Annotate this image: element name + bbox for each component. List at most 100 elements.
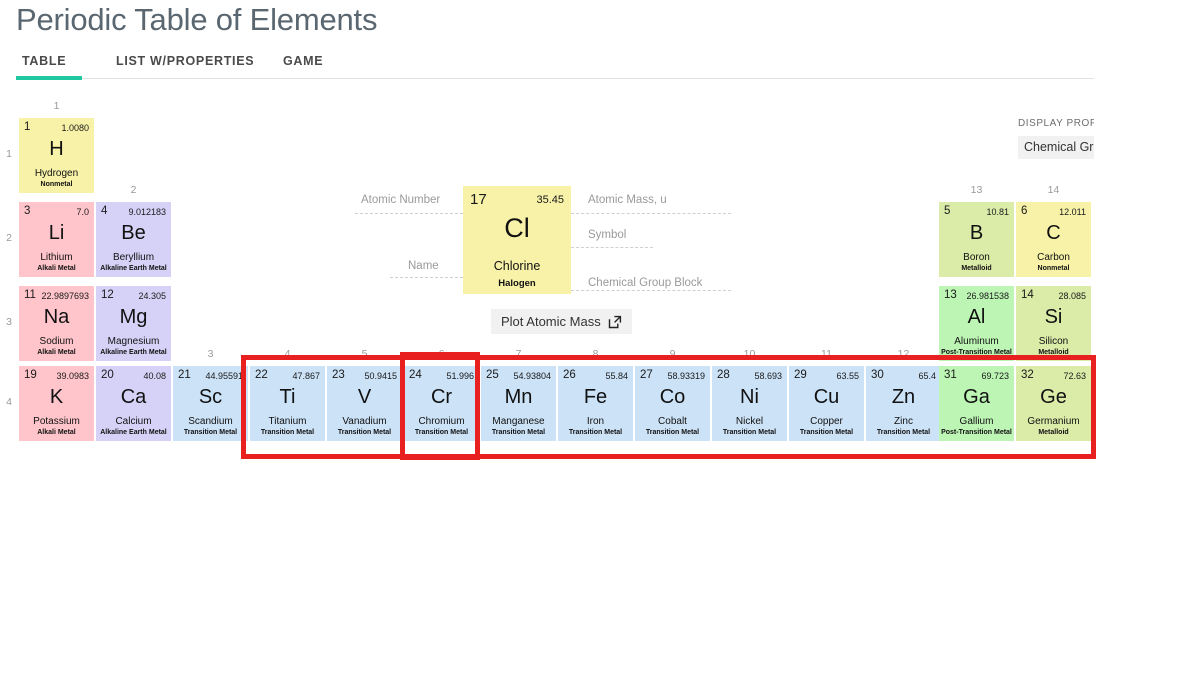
element-atomic-number: 24 (409, 369, 422, 381)
callout-symbol: Symbol (588, 229, 627, 241)
periodic-table-app: Periodic Table of Elements TABLE LIST W/… (0, 0, 1200, 675)
element-symbol: Mn (504, 386, 533, 408)
element-cell-li[interactable]: 3 7.0 Li Lithium Alkali Metal (19, 202, 94, 277)
element-symbol: Ca (120, 386, 147, 408)
element-cell-k[interactable]: 19 39.0983 K Potassium Alkali Metal (19, 366, 94, 441)
element-group-block: Alkali Metal (37, 349, 76, 356)
element-cell-cu[interactable]: 29 63.55 Cu Copper Transition Metal (789, 366, 864, 441)
element-group-block: Transition Metal (260, 429, 315, 436)
element-name: Scandium (188, 416, 233, 427)
element-atomic-number: 21 (178, 369, 191, 381)
display-property-select[interactable]: Chemical Gro (1018, 136, 1094, 159)
element-symbol: B (969, 222, 984, 244)
element-group-block: Transition Metal (183, 429, 238, 436)
element-name: Hydrogen (34, 168, 79, 179)
element-group-block: Transition Metal (876, 429, 931, 436)
element-symbol: Co (659, 386, 686, 408)
element-symbol: K (49, 386, 64, 408)
element-cell-zn[interactable]: 30 65.4 Zn Zinc Transition Metal (866, 366, 941, 441)
callout-group-block: Chemical Group Block (588, 277, 703, 289)
tab-table[interactable]: TABLE (22, 54, 66, 77)
element-cell-mn[interactable]: 25 54.93804 Mn Manganese Transition Metal (481, 366, 556, 441)
element-cell-ga[interactable]: 31 69.723 Ga Gallium Post-Transition Metal (939, 366, 1014, 441)
element-cell-v[interactable]: 23 50.9415 V Vanadium Transition Metal (327, 366, 402, 441)
element-symbol: V (357, 386, 372, 408)
element-cell-mg[interactable]: 12 24.305 Mg Magnesium Alkaline Earth Metal (96, 286, 171, 361)
callout-line-group-block (571, 290, 731, 291)
element-cell-ni[interactable]: 28 58.693 Ni Nickel Transition Metal (712, 366, 787, 441)
element-cell-ca[interactable]: 20 40.08 Ca Calcium Alkaline Earth Metal (96, 366, 171, 441)
element-group-block: Alkaline Earth Metal (100, 429, 167, 436)
element-atomic-number: 26 (563, 369, 576, 381)
element-group-block: Alkaline Earth Metal (100, 265, 167, 272)
tab-game[interactable]: GAME (283, 54, 323, 77)
element-name: Manganese (492, 416, 545, 427)
element-name: Potassium (33, 416, 80, 427)
element-group-block: Alkali Metal (37, 429, 76, 436)
element-symbol: Si (1044, 306, 1063, 328)
element-cell-b[interactable]: 5 10.81 B Boron Metalloid (939, 202, 1014, 277)
element-cell-na[interactable]: 11 22.9897693 Na Sodium Alkali Metal (19, 286, 94, 361)
element-atomic-number: 29 (794, 369, 807, 381)
element-atomic-mass: 51.996 (446, 371, 474, 381)
element-group-block: Alkali Metal (37, 265, 76, 272)
tab-list-w-properties[interactable]: LIST W/PROPERTIES (116, 54, 254, 77)
group-label-5: 5 (361, 348, 368, 360)
tab-bar: TABLE LIST W/PROPERTIES GAME (16, 54, 1094, 80)
element-atomic-number: 23 (332, 369, 345, 381)
group-label-14: 14 (1047, 184, 1060, 196)
element-symbol: Zn (891, 386, 916, 408)
element-group-block: Transition Metal (337, 429, 392, 436)
element-atomic-number: 19 (24, 369, 37, 381)
element-symbol: Li (48, 222, 65, 244)
plot-atomic-mass-label: Plot Atomic Mass (501, 314, 601, 329)
row-label-4: 4 (6, 396, 12, 408)
element-atomic-mass: 47.867 (292, 371, 320, 381)
element-group-block: Post-Transition Metal (941, 349, 1012, 356)
callout-atomic-number: Atomic Number (361, 194, 441, 206)
element-name: Vanadium (342, 416, 387, 427)
element-cell-c[interactable]: 6 12.011 C Carbon Nonmetal (1016, 202, 1091, 277)
element-symbol: Ga (963, 386, 990, 408)
callout-line-name (390, 277, 463, 278)
element-cell-si[interactable]: 14 28.085 Si Silicon Metalloid (1016, 286, 1091, 361)
element-cell-cr[interactable]: 24 51.996 Cr Chromium Transition Metal (404, 366, 479, 441)
element-name: Chromium (418, 416, 465, 427)
group-label-11: 11 (821, 348, 832, 360)
element-atomic-mass: 12.011 (1059, 207, 1086, 217)
element-atomic-number: 4 (101, 205, 108, 217)
element-name: Iron (586, 416, 605, 427)
group-label-10: 10 (743, 348, 756, 360)
element-name: Carbon (1037, 252, 1070, 263)
element-symbol: Fe (583, 386, 608, 408)
element-name: Silicon (1038, 336, 1069, 347)
element-cell-h[interactable]: 1 1.0080 H Hydrogen Nonmetal (19, 118, 94, 193)
element-atomic-number: 20 (101, 369, 114, 381)
element-cell-al[interactable]: 13 26.981538 Al Aluminum Post-Transition Met… (939, 286, 1014, 361)
group-label-6: 6 (438, 348, 445, 360)
element-name: Aluminum (954, 336, 999, 347)
element-symbol: Mg (119, 306, 148, 328)
element-cell-co[interactable]: 27 58.93319 Co Cobalt Transition Metal (635, 366, 710, 441)
element-atomic-number: 6 (1021, 205, 1028, 217)
element-cell-sc[interactable]: 21 44.95591 Sc Scandium Transition Metal (173, 366, 248, 441)
element-cell-ti[interactable]: 22 47.867 Ti Titanium Transition Metal (250, 366, 325, 441)
element-cell-fe[interactable]: 26 55.84 Fe Iron Transition Metal (558, 366, 633, 441)
element-symbol: Ni (740, 386, 759, 408)
element-cell-ge[interactable]: 32 72.63 Ge Germanium Metalloid (1016, 366, 1091, 441)
external-link-icon (608, 315, 622, 329)
plot-atomic-mass-button[interactable]: Plot Atomic Mass (491, 309, 632, 334)
element-atomic-mass: 72.63 (1063, 371, 1086, 381)
element-atomic-number: 27 (640, 369, 653, 381)
element-name: Magnesium (107, 336, 160, 347)
element-group-block: Transition Metal (568, 429, 623, 436)
display-property-control: DISPLAY PROPER Chemical Gro (1018, 118, 1200, 159)
element-atomic-mass: 39.0983 (56, 371, 89, 381)
element-cell-be[interactable]: 4 9.012183 Be Beryllium Alkaline Earth Metal (96, 202, 171, 277)
group-label-9: 9 (669, 348, 676, 360)
element-group-block: Transition Metal (722, 429, 777, 436)
element-group-block: Nonmetal (40, 181, 73, 188)
group-label-4: 4 (284, 348, 291, 360)
element-symbol: Al (967, 306, 986, 328)
element-atomic-mass: 9.012183 (128, 207, 166, 217)
